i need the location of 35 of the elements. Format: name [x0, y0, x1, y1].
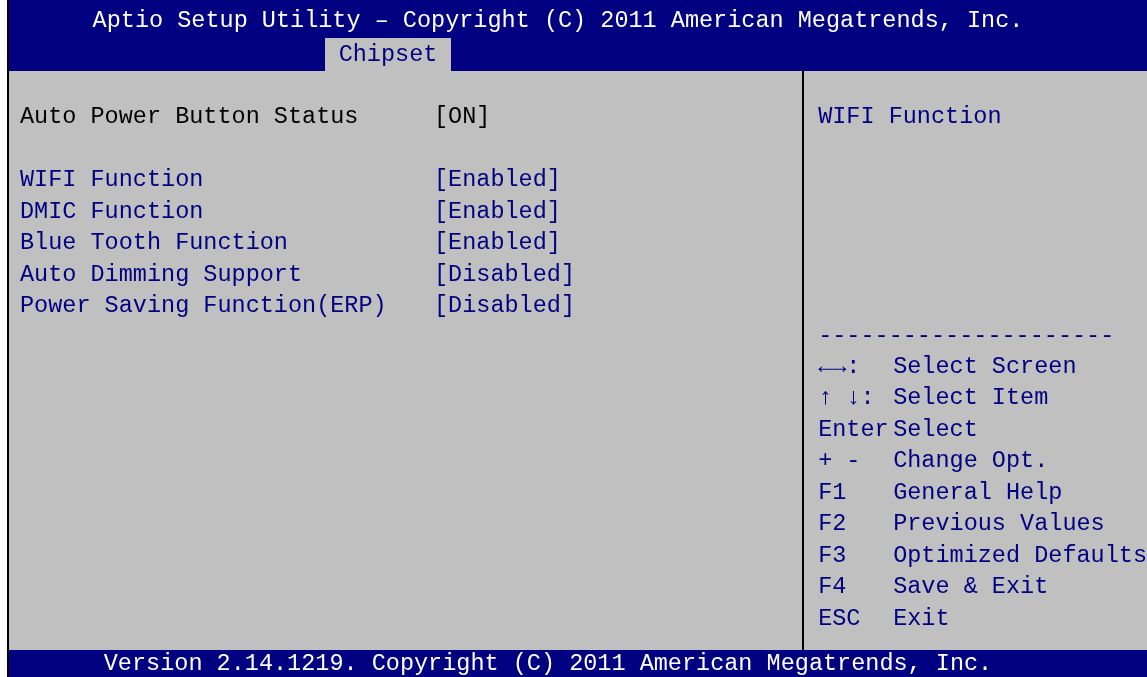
key-action: General Help [893, 477, 1063, 508]
setting-label[interactable]: Auto Dimming Support [20, 258, 434, 290]
key-name: ←→: [818, 351, 862, 382]
setting-value[interactable]: [Enabled] [434, 195, 561, 227]
setting-value[interactable]: [Disabled] [434, 258, 576, 290]
setting-value[interactable]: [Disabled] [434, 290, 576, 322]
setting-value[interactable]: [Enabled] [434, 164, 561, 196]
key-name: F4 [818, 572, 848, 602]
key-action: Change Opt. [893, 446, 1049, 476]
key-action: Select Item [893, 383, 1049, 413]
setting-label: Auto Power Button Status [20, 102, 360, 132]
help-text: WIFI Function [818, 102, 1003, 132]
key-action: Save & Exit [893, 572, 1049, 602]
setting-label[interactable]: DMIC Function [20, 195, 434, 227]
window-title: Aptio Setup Utility – Copyright (C) 2011 American Megatrends, Inc. [92, 6, 1024, 36]
key-action: Select [893, 414, 978, 445]
key-action: Optimized Defaults [893, 540, 1147, 571]
key-name: + - [818, 446, 862, 476]
key-action: Exit [893, 603, 950, 634]
key-name: F2 [818, 509, 848, 539]
key-action: Previous Values [893, 509, 1105, 539]
key-name: ESC [818, 603, 862, 634]
key-name: F1 [818, 477, 848, 508]
separator-line: --------------------- [818, 320, 1116, 351]
tab[interactable]: Chipset [324, 38, 452, 71]
key-action: Select Screen [893, 351, 1077, 382]
setting-label[interactable]: Power Saving Function(ERP) [20, 290, 434, 322]
key-name: ↑ ↓: [818, 383, 876, 413]
key-name: F3 [818, 540, 848, 571]
key-name: Enter [818, 414, 890, 445]
status-bar: Version 2.14.1219. Copyright (C) 2011 American Megatrends, Inc. [9, 650, 1147, 677]
setting-label[interactable]: WIFI Function [20, 164, 434, 196]
setting-value[interactable]: [Enabled] [434, 227, 561, 259]
setting-label[interactable]: Blue Tooth Function [20, 227, 434, 259]
setting-value: [ON] [434, 102, 491, 132]
